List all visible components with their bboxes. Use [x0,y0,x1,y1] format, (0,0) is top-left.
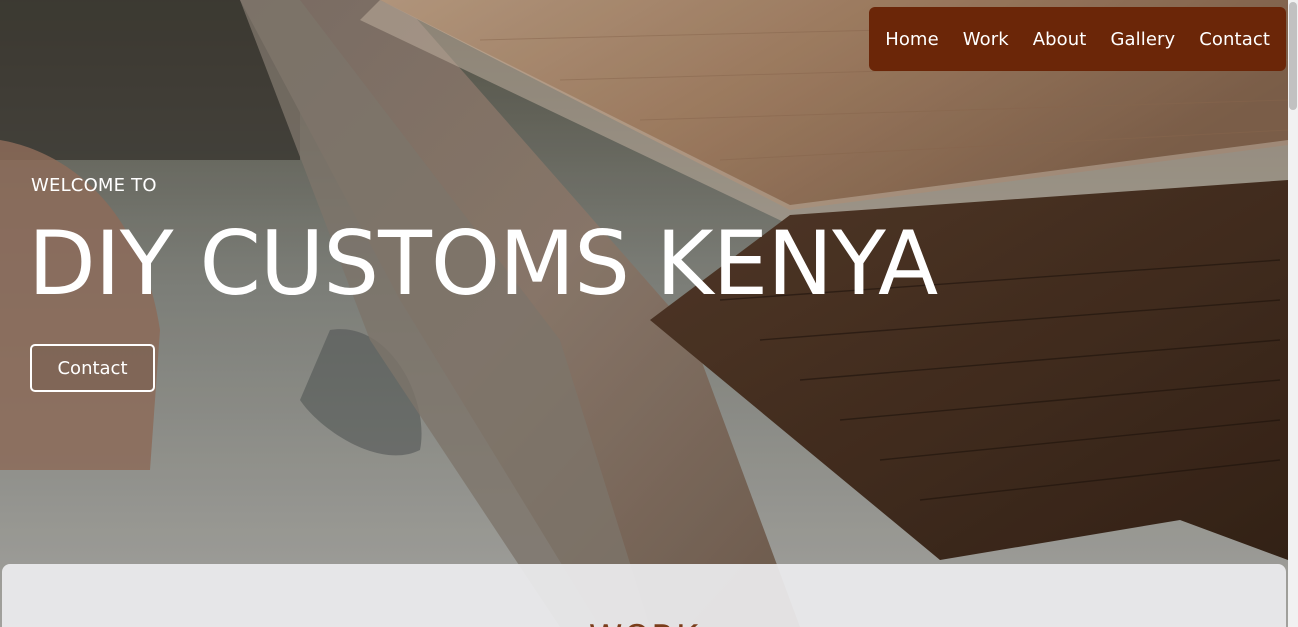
nav-contact[interactable]: Contact [1199,29,1270,50]
nav-about[interactable]: About [1033,29,1087,50]
page: Home Work About Gallery Contact WELCOME … [0,0,1298,627]
work-section: WORK [2,564,1286,627]
section-title: WORK [2,618,1286,627]
nav-home[interactable]: Home [885,29,939,50]
hero-contact-button[interactable]: Contact [30,344,155,392]
nav-gallery[interactable]: Gallery [1110,29,1175,50]
scrollbar-thumb[interactable] [1289,2,1297,110]
hero-welcome-text: WELCOME TO [31,175,157,196]
nav-work[interactable]: Work [963,29,1009,50]
page-scrollbar[interactable] [1288,0,1298,627]
hero-headline: DIY CUSTOMS KENYA [28,212,938,315]
main-nav: Home Work About Gallery Contact [869,7,1286,71]
